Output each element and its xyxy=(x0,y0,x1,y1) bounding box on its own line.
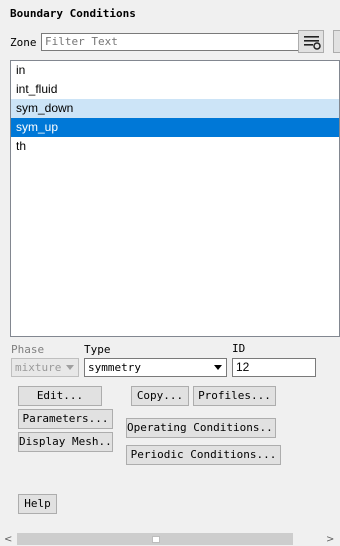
type-label: Type xyxy=(84,343,111,356)
filter-options-button[interactable] xyxy=(298,30,324,53)
zone-list-item[interactable]: sym_down xyxy=(11,99,339,118)
copy-button[interactable]: Copy... xyxy=(131,386,189,406)
zone-filter-input[interactable] xyxy=(41,33,300,51)
display-mesh-button[interactable]: Display Mesh... xyxy=(18,432,113,452)
zone-list-item[interactable]: th xyxy=(11,137,339,156)
scroll-left-arrow-icon[interactable]: < xyxy=(4,534,12,545)
parameters-button[interactable]: Parameters... xyxy=(18,409,113,429)
panel-edge-button[interactable] xyxy=(333,30,340,53)
type-select-value: symmetry xyxy=(88,361,141,374)
zone-label: Zone xyxy=(10,36,37,49)
edit-button[interactable]: Edit... xyxy=(18,386,102,406)
horizontal-scrollbar[interactable]: < > xyxy=(0,531,340,546)
periodic-conditions-button[interactable]: Periodic Conditions... xyxy=(126,445,281,465)
phase-label: Phase xyxy=(11,343,45,356)
scrollbar-grip-icon xyxy=(152,536,160,543)
zone-list-item[interactable]: in xyxy=(11,61,339,80)
filter-list-icon xyxy=(304,36,321,50)
zone-list[interactable]: in int_fluid sym_down sym_up th xyxy=(10,60,340,337)
phase-select-value: mixture xyxy=(15,361,62,374)
chevron-down-icon xyxy=(66,365,74,370)
panel-title: Boundary Conditions xyxy=(10,7,136,20)
id-input[interactable]: 12 xyxy=(232,358,316,377)
phase-select: mixture xyxy=(11,358,79,377)
profiles-button[interactable]: Profiles... xyxy=(193,386,276,406)
zone-list-item-selected[interactable]: sym_up xyxy=(11,118,339,137)
help-button[interactable]: Help xyxy=(18,494,57,514)
type-select[interactable]: symmetry xyxy=(84,358,227,377)
zone-list-item[interactable]: int_fluid xyxy=(11,80,339,99)
scroll-right-arrow-icon[interactable]: > xyxy=(326,534,334,545)
id-label: ID xyxy=(232,342,246,355)
chevron-down-icon xyxy=(214,365,222,370)
operating-conditions-button[interactable]: Operating Conditions... xyxy=(126,418,276,438)
